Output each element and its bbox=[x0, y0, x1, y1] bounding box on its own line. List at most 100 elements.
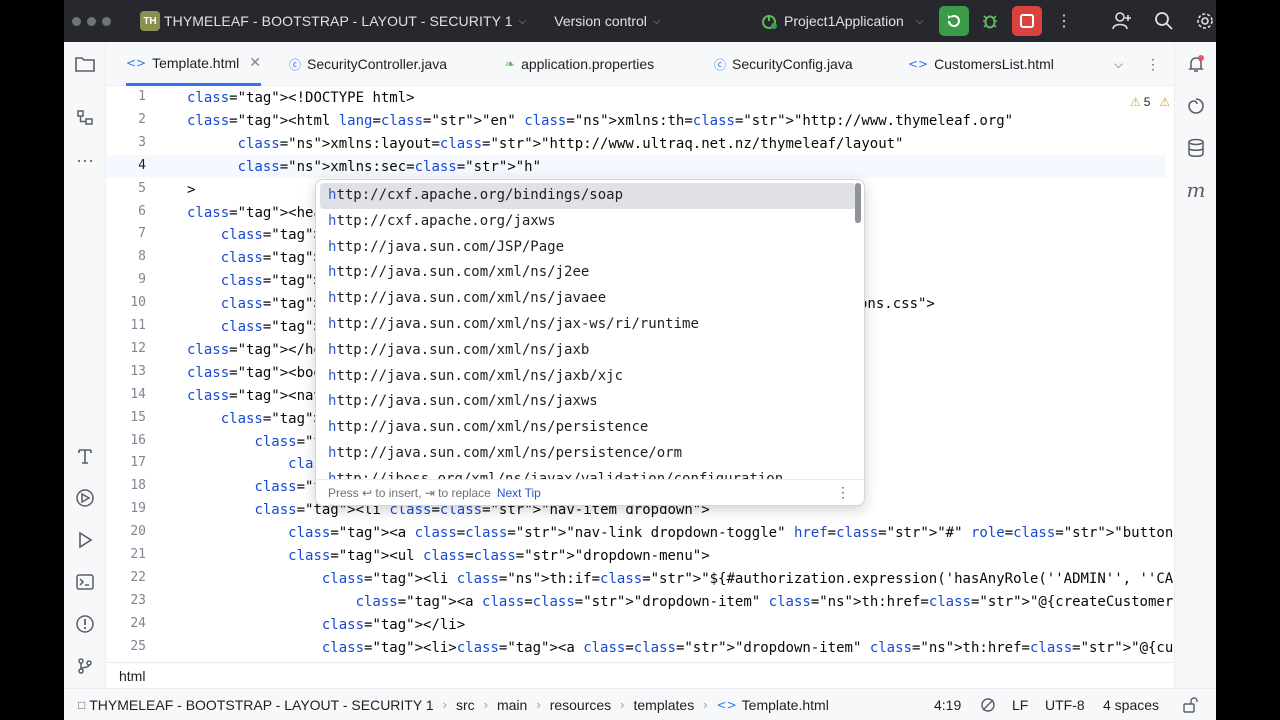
line-number[interactable]: 18 bbox=[130, 478, 146, 493]
line-number[interactable]: 6 bbox=[138, 204, 146, 219]
breadcrumb-file[interactable]: Template.html bbox=[742, 697, 829, 713]
completion-item[interactable]: http://cxf.apache.org/jaxws bbox=[320, 209, 856, 235]
debug-button[interactable] bbox=[978, 9, 1002, 33]
line-number[interactable]: 23 bbox=[130, 593, 146, 608]
breadcrumb-templates[interactable]: templates bbox=[634, 697, 695, 713]
breadcrumb-src[interactable]: src bbox=[456, 697, 475, 713]
line-number[interactable]: 10 bbox=[130, 295, 146, 310]
line-number[interactable]: 13 bbox=[130, 364, 146, 379]
kebab-icon[interactable]: ⋮ bbox=[836, 484, 850, 501]
code-line[interactable]: class="tag"><a class=class="str">"dropdo… bbox=[187, 591, 1174, 614]
line-number[interactable]: 1 bbox=[138, 89, 146, 104]
line-number[interactable]: 22 bbox=[130, 570, 146, 585]
indent-setting[interactable]: 4 spaces bbox=[1103, 689, 1159, 720]
breadcrumb-main[interactable]: main bbox=[497, 697, 527, 713]
completion-item[interactable]: http://java.sun.com/xml/ns/jaxws bbox=[320, 389, 856, 415]
ai-assistant-button[interactable] bbox=[1184, 94, 1208, 118]
project-name[interactable]: THYMELEAF - BOOTSTRAP - LAYOUT - SECURIT… bbox=[164, 13, 513, 29]
line-number[interactable]: 16 bbox=[130, 433, 146, 448]
tab-security-config[interactable]: ⓒ SecurityConfig.java bbox=[714, 42, 853, 86]
tabs-dropdown-button[interactable]: ⌵ bbox=[1114, 42, 1123, 86]
line-number[interactable]: 9 bbox=[138, 272, 146, 287]
completion-item[interactable]: http://java.sun.com/xml/ns/persistence bbox=[320, 415, 856, 441]
completion-item[interactable]: http://java.sun.com/xml/ns/j2ee bbox=[320, 260, 856, 286]
project-tool-button[interactable] bbox=[73, 52, 97, 76]
line-number[interactable]: 7 bbox=[138, 226, 146, 241]
services-tool-button[interactable] bbox=[73, 486, 97, 510]
completion-item[interactable]: http://java.sun.com/xml/ns/jax-ws/ri/run… bbox=[320, 312, 856, 338]
window-controls[interactable] bbox=[72, 16, 128, 26]
completion-item[interactable]: http://java.sun.com/xml/ns/persistence/o… bbox=[320, 441, 856, 467]
more-tools-button[interactable]: ··· bbox=[73, 148, 97, 172]
line-number[interactable]: 25 bbox=[130, 639, 146, 654]
line-number[interactable]: 4 bbox=[138, 158, 146, 173]
thymeleaf-tool-button[interactable] bbox=[73, 444, 97, 468]
tab-template-html[interactable]: <> Template.html ✕ bbox=[126, 42, 261, 86]
line-number[interactable]: 17 bbox=[130, 455, 146, 470]
line-number[interactable]: 24 bbox=[130, 616, 146, 631]
code-line[interactable]: class="tag"><!DOCTYPE html> bbox=[187, 87, 415, 110]
run-configuration[interactable]: Project1Application ⌵ bbox=[760, 0, 923, 42]
version-control-menu[interactable]: Version control bbox=[554, 13, 647, 29]
problems-tool-button[interactable] bbox=[73, 612, 97, 636]
code-line[interactable]: class="tag"><html lang=class="str">"en" … bbox=[187, 110, 1013, 133]
tab-customers-list[interactable]: <> CustomersList.html bbox=[908, 42, 1054, 86]
breadcrumb-tag-html[interactable]: html bbox=[119, 668, 145, 684]
code-line[interactable]: class="tag"></li> bbox=[187, 614, 465, 637]
search-button[interactable] bbox=[1152, 9, 1176, 33]
add-user-button[interactable] bbox=[1110, 9, 1134, 33]
completion-item[interactable]: http://java.sun.com/JSP/Page bbox=[320, 235, 856, 261]
line-number[interactable]: 3 bbox=[138, 135, 146, 150]
completion-item[interactable]: http://cxf.apache.org/bindings/soap bbox=[320, 183, 856, 209]
project-badge[interactable]: TH bbox=[140, 11, 160, 31]
code-line[interactable]: class="ns">xmlns:sec=class="str">"h" bbox=[187, 156, 541, 179]
line-number[interactable]: 21 bbox=[130, 547, 146, 562]
rerun-button[interactable] bbox=[939, 6, 969, 36]
completion-item[interactable]: http://java.sun.com/xml/ns/jaxb/xjc bbox=[320, 364, 856, 390]
code-line[interactable]: class="tag"><li>class="tag"><a class=cla… bbox=[187, 637, 1174, 660]
tab-security-controller[interactable]: ⓒ SecurityController.java bbox=[289, 42, 447, 86]
completion-item[interactable]: http://java.sun.com/xml/ns/javaee bbox=[320, 286, 856, 312]
database-button[interactable] bbox=[1184, 136, 1208, 160]
code-line[interactable]: class="tag"><ul class=class="str">"dropd… bbox=[187, 545, 710, 568]
inspection-widget[interactable]: ⚠ 5 ⚠ 1 ︿ ﹀ bbox=[1130, 93, 1174, 111]
breadcrumb-resources[interactable]: resources bbox=[550, 697, 611, 713]
code-line[interactable]: class="tag"><li class="ns">th:if=class="… bbox=[187, 568, 1174, 591]
line-number[interactable]: 20 bbox=[130, 524, 146, 539]
next-tip-link[interactable]: Next Tip bbox=[497, 486, 541, 500]
stop-button[interactable] bbox=[1012, 6, 1042, 36]
code-line[interactable]: class="ns">xmlns:layout=class="str">"htt… bbox=[187, 133, 904, 156]
chevron-down-icon[interactable]: ⌵ bbox=[653, 16, 661, 27]
notifications-button[interactable] bbox=[1184, 52, 1208, 76]
tabs-more-button[interactable]: ⋮ bbox=[1146, 42, 1160, 86]
breadcrumb-project[interactable]: THYMELEAF - BOOTSTRAP - LAYOUT - SECURIT… bbox=[89, 697, 433, 713]
code-line[interactable]: class="tag"><a class=class="str">"nav-li… bbox=[187, 522, 1174, 545]
line-number[interactable]: 11 bbox=[130, 318, 146, 333]
completion-item[interactable]: http://jboss.org/xml/ns/javax/validation… bbox=[320, 467, 856, 479]
completion-item[interactable]: http://java.sun.com/xml/ns/jaxb bbox=[320, 338, 856, 364]
file-encoding[interactable]: UTF-8 bbox=[1045, 689, 1085, 720]
line-number[interactable]: 2 bbox=[138, 112, 146, 127]
line-number[interactable]: 8 bbox=[138, 249, 146, 264]
tab-application-properties[interactable]: ❧ application.properties bbox=[505, 42, 654, 86]
run-tool-button[interactable] bbox=[73, 528, 97, 552]
lock-button[interactable] bbox=[1182, 689, 1198, 720]
git-tool-button[interactable] bbox=[73, 654, 97, 678]
structure-tool-button[interactable] bbox=[73, 106, 97, 130]
close-icon[interactable]: ✕ bbox=[249, 54, 261, 71]
caret-position[interactable]: 4:19 bbox=[934, 689, 961, 720]
line-number[interactable]: 14 bbox=[130, 387, 146, 402]
line-number[interactable]: 5 bbox=[138, 181, 146, 196]
maven-button[interactable]: m bbox=[1184, 178, 1208, 202]
line-ending[interactable]: LF bbox=[1012, 689, 1028, 720]
more-actions-button[interactable]: ⋮ bbox=[1052, 9, 1076, 33]
terminal-tool-button[interactable] bbox=[73, 570, 97, 594]
line-number[interactable]: 19 bbox=[130, 501, 146, 516]
line-number[interactable]: 12 bbox=[130, 341, 146, 356]
completion-scrollbar[interactable] bbox=[855, 183, 861, 223]
code-line[interactable]: > bbox=[187, 179, 195, 202]
chevron-down-icon[interactable]: ⌵ bbox=[519, 16, 527, 27]
readonly-toggle[interactable] bbox=[980, 689, 996, 720]
settings-button[interactable] bbox=[1193, 9, 1216, 33]
line-number[interactable]: 15 bbox=[130, 410, 146, 425]
